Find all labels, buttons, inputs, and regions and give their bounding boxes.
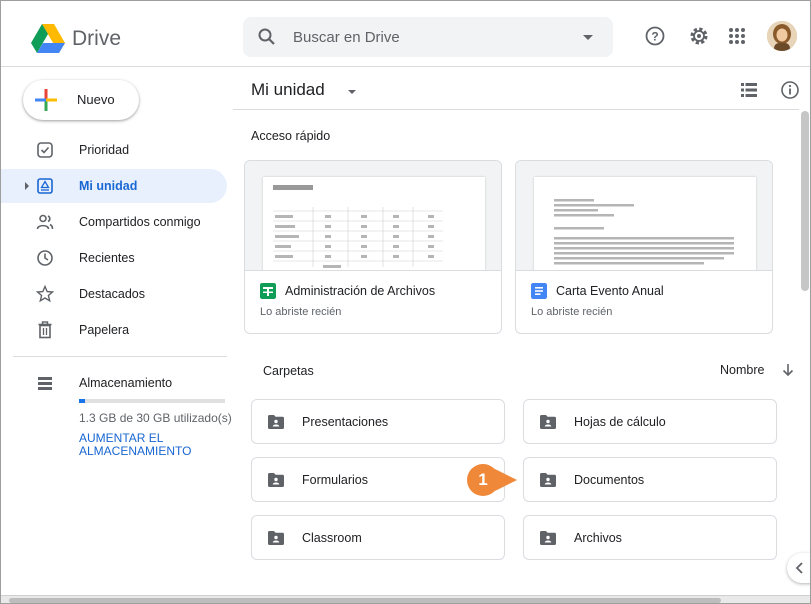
apps-grid-icon[interactable] xyxy=(726,25,748,47)
trash-icon xyxy=(38,321,52,339)
horizontal-scroll-thumb[interactable] xyxy=(9,598,721,603)
sidebar-item-papelera[interactable]: Papelera xyxy=(1,313,227,347)
chevron-left-icon xyxy=(795,562,803,574)
top-bar: Drive Buscar en Drive ? xyxy=(1,1,810,67)
storage-icon xyxy=(38,377,52,390)
folder-classroom[interactable]: Classroom xyxy=(251,515,505,560)
folders-heading: Carpetas xyxy=(263,364,314,378)
file-thumbnail xyxy=(516,161,772,271)
shared-folder-icon xyxy=(268,531,284,545)
sort-by-name-button[interactable]: Nombre xyxy=(720,363,764,377)
storage-label: Almacenamiento xyxy=(79,376,173,390)
my-drive-icon xyxy=(37,178,53,194)
plus-icon xyxy=(35,89,57,111)
drive-window: Drive Buscar en Drive ? Nuevo Prioridad … xyxy=(0,0,811,604)
side-panel-toggle[interactable] xyxy=(787,553,810,583)
shared-folder-icon xyxy=(540,531,556,545)
sidebar-item-label: Prioridad xyxy=(79,143,130,157)
list-view-icon[interactable] xyxy=(741,83,757,97)
vertical-scrollbar[interactable] xyxy=(801,111,809,291)
shared-folder-icon xyxy=(268,415,284,429)
shared-folder-icon xyxy=(540,473,556,487)
search-input[interactable]: Buscar en Drive xyxy=(293,29,400,46)
quick-access-card-admin-archivos[interactable]: Administración de Archivos Lo abriste re… xyxy=(244,160,502,334)
spreadsheet-preview-image xyxy=(263,177,485,270)
quick-access-card-carta-evento[interactable]: Carta Evento Anual Lo abriste recién xyxy=(515,160,773,334)
page-title[interactable]: Mi unidad xyxy=(251,80,325,100)
folder-documentos[interactable]: Documentos xyxy=(523,457,777,502)
folder-name: Hojas de cálculo xyxy=(574,415,666,429)
svg-text:?: ? xyxy=(651,30,658,44)
quick-access-file-subtitle: Lo abriste recién xyxy=(260,306,342,318)
folder-name: Presentaciones xyxy=(302,415,389,429)
priority-icon xyxy=(37,142,53,158)
shared-folder-icon xyxy=(540,415,556,429)
sidebar-divider xyxy=(13,356,227,357)
search-bar[interactable]: Buscar en Drive xyxy=(243,17,613,57)
folder-hojas-de-calculo[interactable]: Hojas de cálculo xyxy=(523,399,777,444)
folder-name: Documentos xyxy=(574,473,645,487)
step-marker-badge: 1 xyxy=(467,464,499,496)
storage-usage-text: 1.3 GB de 30 GB utilizado(s) xyxy=(79,411,232,425)
search-icon[interactable] xyxy=(257,27,277,47)
quick-access-heading: Acceso rápido xyxy=(251,129,331,143)
new-button-label: Nuevo xyxy=(77,92,115,107)
quick-access-file-subtitle: Lo abriste recién xyxy=(531,306,613,318)
help-icon[interactable]: ? xyxy=(644,25,666,47)
info-icon[interactable] xyxy=(780,80,800,100)
docs-icon xyxy=(531,283,547,299)
sidebar-item-recientes[interactable]: Recientes xyxy=(1,241,227,275)
new-button[interactable]: Nuevo xyxy=(23,80,139,120)
star-icon xyxy=(36,285,54,303)
search-options-icon[interactable] xyxy=(583,35,593,40)
file-thumbnail xyxy=(245,161,501,271)
folder-presentaciones[interactable]: Presentaciones xyxy=(251,399,505,444)
storage-usage-fill xyxy=(79,399,86,403)
sidebar-item-prioridad[interactable]: Prioridad xyxy=(1,133,227,167)
sidebar-item-label: Papelera xyxy=(79,323,130,337)
settings-icon[interactable] xyxy=(688,25,710,47)
folder-name: Classroom xyxy=(302,531,362,545)
document-preview-image xyxy=(534,177,756,270)
folder-name: Archivos xyxy=(574,531,622,545)
horizontal-scrollbar[interactable] xyxy=(1,595,810,603)
sidebar-item-label: Recientes xyxy=(79,251,135,265)
sort-direction-icon[interactable] xyxy=(782,363,794,377)
sidebar-item-label: Destacados xyxy=(79,287,146,301)
folder-archivos[interactable]: Archivos xyxy=(523,515,777,560)
clock-icon xyxy=(37,250,53,266)
sidebar-item-label: Compartidos conmigo xyxy=(79,215,201,229)
quick-access-file-name: Administración de Archivos xyxy=(285,284,436,298)
sidebar-item-label: Mi unidad xyxy=(79,179,138,193)
account-avatar[interactable] xyxy=(767,21,797,51)
folder-name: Formularios xyxy=(302,473,368,487)
sidebar-item-mi-unidad[interactable]: Mi unidad xyxy=(1,169,227,203)
avatar-image xyxy=(767,21,797,51)
app-name[interactable]: Drive xyxy=(72,27,121,51)
sidebar-item-destacados[interactable]: Destacados xyxy=(1,277,227,311)
storage-usage-bar xyxy=(79,399,225,403)
main-divider xyxy=(233,109,799,110)
sidebar-item-compartidos[interactable]: Compartidos conmigo xyxy=(1,205,227,239)
drive-logo-icon[interactable] xyxy=(31,24,65,54)
shared-folder-icon xyxy=(268,473,284,487)
upgrade-storage-link[interactable]: AUMENTAR EL ALMACENAMIENTO xyxy=(79,432,219,458)
title-dropdown-icon[interactable] xyxy=(348,90,356,94)
shared-icon xyxy=(36,214,54,230)
sheets-icon xyxy=(260,283,276,299)
expand-caret-icon[interactable] xyxy=(25,182,29,190)
quick-access-file-name: Carta Evento Anual xyxy=(556,284,664,298)
